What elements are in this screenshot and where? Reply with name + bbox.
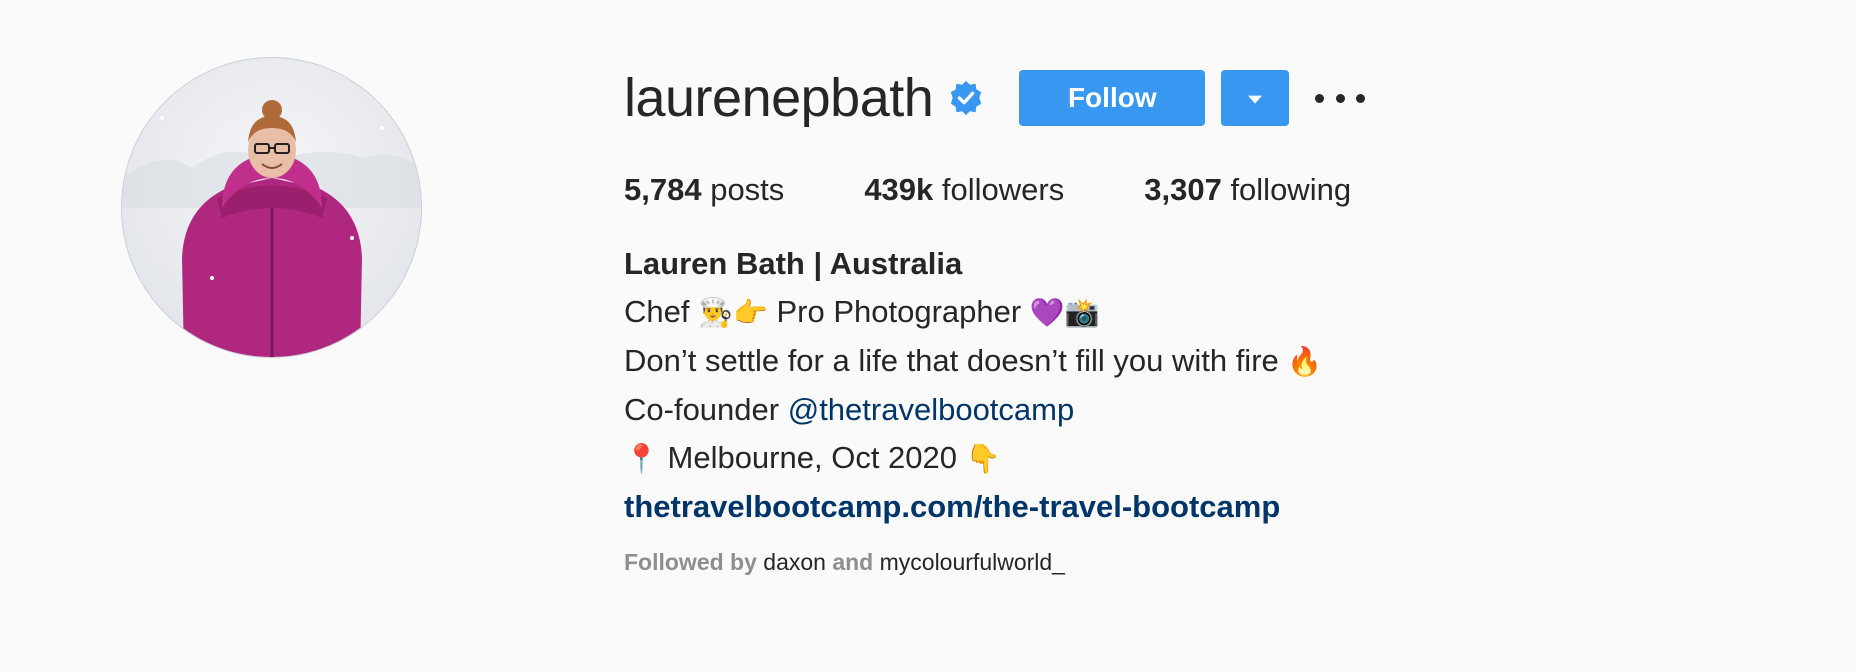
point-left-emoji-icon: 👉 xyxy=(732,296,768,329)
followed-by-and: and xyxy=(832,549,874,575)
follow-button[interactable]: Follow xyxy=(1019,70,1206,126)
website-link[interactable]: thetravelbootcamp.com/the-travel-bootcam… xyxy=(624,489,1280,524)
camera-flash-emoji-icon: 📸 xyxy=(1064,296,1100,329)
posts-label: posts xyxy=(710,172,785,207)
bio-text-fire: Don’t settle for a life that doesn’t fil… xyxy=(624,343,1279,378)
bio-line-3: Co-founder @thetravelbootcamp xyxy=(624,386,1774,434)
bio-text-chef: Chef xyxy=(624,294,690,329)
profile-header: laurenepbath Follow 5,784 posts 439k fol… xyxy=(624,58,1774,576)
bio-text-location: Melbourne, Oct 2020 xyxy=(667,440,958,475)
posts-stat: 5,784 posts xyxy=(624,172,784,208)
verified-badge-icon xyxy=(947,79,985,117)
following-count: 3,307 xyxy=(1144,172,1222,207)
more-dot-icon xyxy=(1356,93,1366,103)
more-dot-icon xyxy=(1315,93,1325,103)
profile-top-row: laurenepbath Follow xyxy=(624,58,1774,138)
followed-by-account-1[interactable]: daxon xyxy=(763,549,826,575)
pin-emoji-icon: 📍 xyxy=(624,442,659,475)
followed-by[interactable]: Followed by daxon and mycolourfulworld_ xyxy=(624,549,1774,576)
suggested-accounts-dropdown-button[interactable] xyxy=(1221,70,1290,126)
followers-label: followers xyxy=(941,172,1065,207)
posts-count: 5,784 xyxy=(624,172,702,207)
fire-emoji-icon: 🔥 xyxy=(1287,345,1323,378)
full-name: Lauren Bath | Australia xyxy=(624,246,963,281)
profile-bio: Lauren Bath | Australia Chef 👨‍🍳👉 Pro Ph… xyxy=(624,240,1774,531)
bio-text-cofounder: Co-founder xyxy=(624,392,788,427)
profile-stats: 5,784 posts 439k followers 3,307 followi… xyxy=(624,168,1774,212)
chevron-down-icon xyxy=(1248,95,1263,104)
bio-text-photographer: Pro Photographer xyxy=(776,294,1022,329)
avatar-photo xyxy=(122,58,421,357)
followers-count: 439k xyxy=(864,172,934,207)
mention-link[interactable]: @thetravelbootcamp xyxy=(788,392,1075,427)
followers-stat[interactable]: 439k followers xyxy=(864,172,1064,208)
following-label: following xyxy=(1230,172,1352,207)
more-options-button[interactable] xyxy=(1315,78,1366,118)
purple-heart-emoji-icon: 💜 xyxy=(1029,296,1065,329)
following-stat[interactable]: 3,307 following xyxy=(1144,172,1351,208)
profile-avatar[interactable] xyxy=(121,57,422,358)
username: laurenepbath xyxy=(624,68,934,128)
bio-line-2: Don’t settle for a life that doesn’t fil… xyxy=(624,337,1774,386)
chef-emoji-icon: 👨‍🍳 xyxy=(698,296,733,329)
more-dot-icon xyxy=(1335,93,1345,103)
bio-line-4: 📍 Melbourne, Oct 2020 👇 xyxy=(624,434,1774,483)
bio-line-1: Chef 👨‍🍳👉 Pro Photographer 💜📸 xyxy=(624,288,1774,337)
followed-by-account-2[interactable]: mycolourfulworld_ xyxy=(880,549,1065,575)
point-down-emoji-icon: 👇 xyxy=(965,442,1001,475)
followed-by-prefix: Followed by xyxy=(624,549,757,575)
